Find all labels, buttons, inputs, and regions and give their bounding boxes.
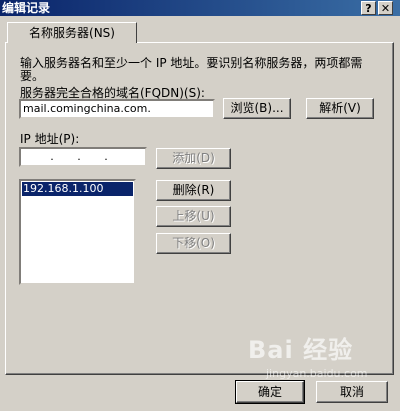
add-button[interactable]: 添加(D) [156, 148, 231, 169]
ip-address-label: IP 地址(P): [20, 132, 80, 146]
browse-button[interactable]: 浏览(B)... [223, 98, 291, 119]
ok-button[interactable]: 确定 [235, 380, 305, 404]
resolve-button[interactable]: 解析(V) [306, 98, 374, 119]
cancel-button[interactable]: 取消 [316, 381, 388, 403]
list-item[interactable]: 192.168.1.100 [22, 182, 133, 196]
description-line-2: 要。 [20, 69, 45, 83]
help-icon[interactable]: ? [361, 1, 376, 15]
title-bar: 编辑记录 ? ✕ [0, 0, 400, 16]
move-up-button[interactable]: 上移(U) [156, 206, 231, 227]
ip-address-list[interactable]: 192.168.1.100 [19, 179, 136, 285]
description-line-1: 输入服务器名和至少一个 IP 地址。要识别名称服务器，两项都需 [20, 56, 363, 70]
ip-address-input[interactable]: . . . [19, 147, 147, 167]
move-down-button[interactable]: 下移(O) [156, 233, 231, 254]
close-icon[interactable]: ✕ [378, 1, 393, 15]
delete-button[interactable]: 删除(R) [156, 180, 231, 201]
watermark-logo: Bai 经验 [248, 336, 354, 364]
window-title: 编辑记录 [2, 1, 51, 15]
tab-name-server[interactable]: 名称服务器(NS) [7, 22, 137, 43]
watermark-url: jingyan.baidu.com [266, 367, 368, 380]
fqdn-input[interactable]: mail.comingchina.com. [19, 99, 215, 119]
